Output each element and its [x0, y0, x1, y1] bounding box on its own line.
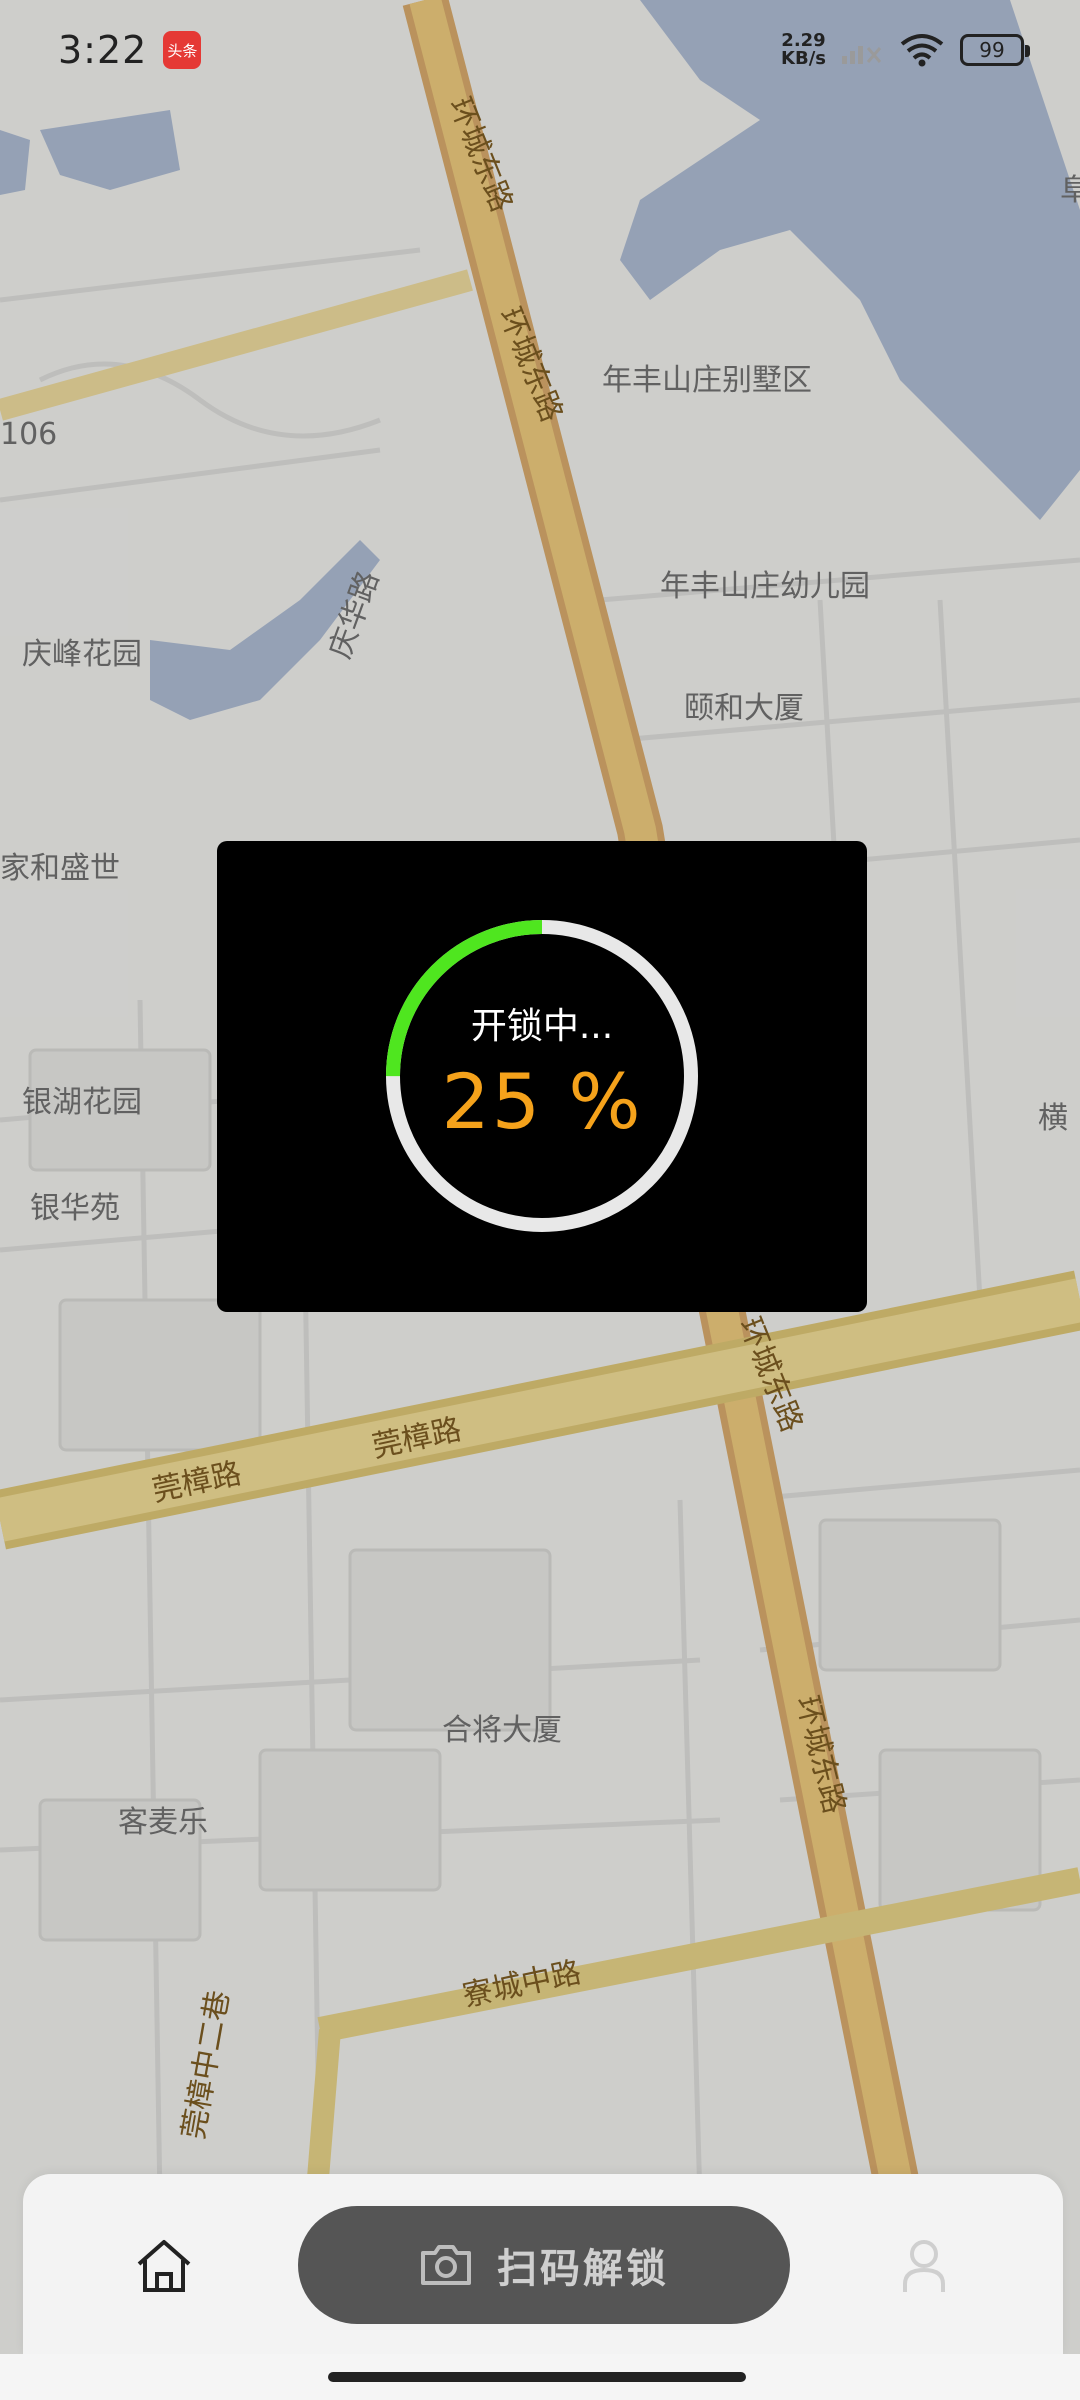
scan-unlock-button[interactable]: 扫码解锁 — [298, 2206, 790, 2324]
scan-unlock-label: 扫码解锁 — [497, 2247, 669, 2291]
cellular-signal-icon — [842, 46, 882, 64]
network-speed: 2.29 KB/s — [781, 32, 826, 68]
unlock-progress-dialog: 开锁中... 25 % — [217, 841, 867, 1312]
network-speed-unit: KB/s — [781, 48, 826, 69]
battery-level: 99 — [979, 38, 1005, 62]
camera-icon — [421, 2245, 471, 2285]
nav-profile-button[interactable] — [893, 2234, 955, 2296]
status-time: 3:22 — [58, 28, 148, 72]
status-bar: 3:22 头条 2.29 KB/s 99 — [0, 0, 1080, 100]
unlock-status-text: 开锁中... — [470, 1005, 614, 1047]
user-icon — [903, 2240, 945, 2292]
unlock-percent-text: 25 % — [441, 1056, 643, 1146]
nav-home-button[interactable] — [133, 2234, 195, 2296]
battery-icon: 99 — [960, 34, 1030, 66]
bottom-navigation: 扫码解锁 — [23, 2174, 1063, 2354]
wifi-icon — [900, 34, 944, 67]
status-icons: 2.29 KB/s 99 — [781, 32, 1030, 68]
home-icon — [137, 2240, 191, 2292]
news-app-notification-icon: 头条 — [163, 31, 202, 69]
gesture-home-bar[interactable] — [328, 2372, 746, 2382]
app-screen: 106 环城东路 环城东路 年丰山庄别墅区 年丰山庄幼儿园 颐和大厦 庆峰花园 … — [0, 0, 1080, 2400]
progress-text: 开锁中... 25 % — [382, 916, 702, 1236]
